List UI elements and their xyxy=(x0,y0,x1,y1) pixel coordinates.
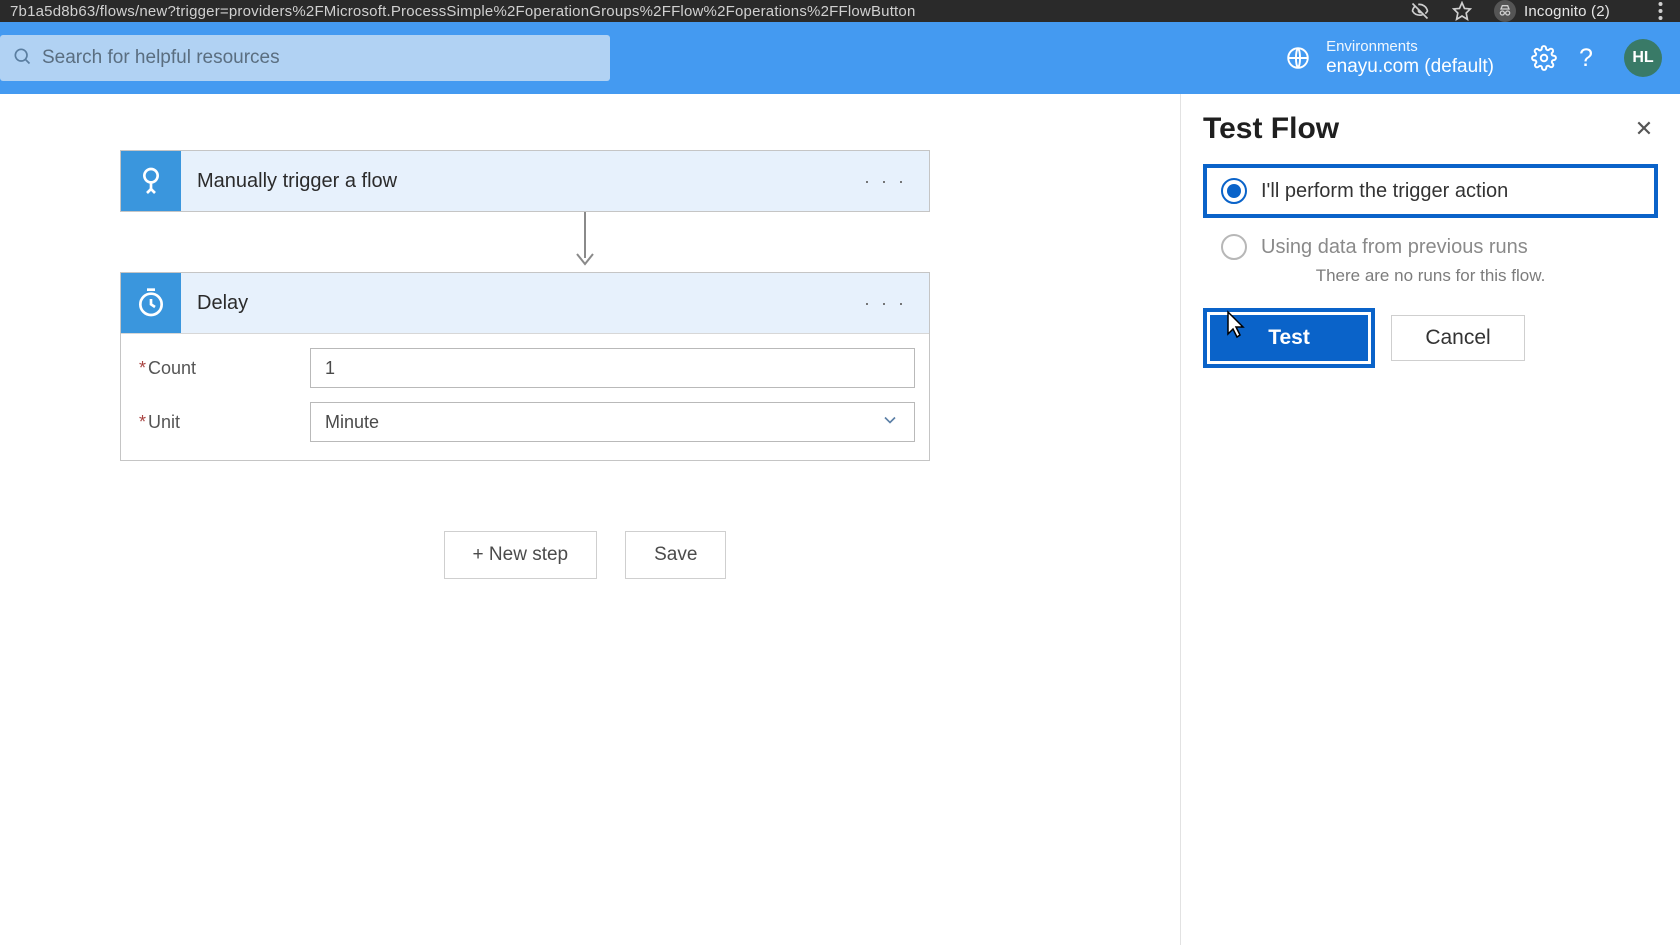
close-icon[interactable]: ✕ xyxy=(1630,116,1658,142)
test-flow-panel: Test Flow ✕ I'll perform the trigger act… xyxy=(1180,94,1680,945)
avatar-initials: HL xyxy=(1632,49,1653,67)
avatar[interactable]: HL xyxy=(1624,39,1662,77)
incognito-indicator[interactable]: Incognito (2) xyxy=(1494,0,1610,22)
cancel-button[interactable]: Cancel xyxy=(1391,315,1525,361)
environment-picker[interactable]: Environments enayu.com (default) xyxy=(1284,38,1494,77)
delay-card[interactable]: Delay · · · *Count *Unit Minute xyxy=(120,272,930,461)
search-input[interactable] xyxy=(42,47,598,69)
connector-arrow xyxy=(120,212,1050,272)
count-label: *Count xyxy=(135,358,310,379)
option1-label: I'll perform the trigger action xyxy=(1261,180,1508,203)
incognito-label: Incognito (2) xyxy=(1524,3,1610,20)
no-runs-message: There are no runs for this flow. xyxy=(1203,266,1658,286)
help-icon[interactable]: ? xyxy=(1572,44,1600,72)
browser-menu-icon[interactable] xyxy=(1650,1,1670,21)
incognito-icon xyxy=(1494,0,1516,22)
panel-title: Test Flow xyxy=(1203,112,1339,146)
radio-selected-icon xyxy=(1221,178,1247,204)
radio-unselected-icon xyxy=(1221,234,1247,260)
trigger-card[interactable]: Manually trigger a flow · · · xyxy=(120,150,930,212)
delay-menu-icon[interactable]: · · · xyxy=(842,293,929,314)
settings-icon[interactable] xyxy=(1530,44,1558,72)
delay-title: Delay xyxy=(181,292,842,315)
new-step-button[interactable]: + New step xyxy=(444,531,598,579)
flow-canvas: Manually trigger a flow · · · Delay · · … xyxy=(0,94,1180,945)
search-icon xyxy=(12,46,32,71)
option2-label: Using data from previous runs xyxy=(1261,236,1528,259)
globe-icon xyxy=(1284,44,1312,72)
environments-label: Environments xyxy=(1326,38,1494,55)
trigger-menu-icon[interactable]: · · · xyxy=(842,171,929,192)
trigger-title: Manually trigger a flow xyxy=(181,170,842,193)
delay-icon xyxy=(121,273,181,333)
trigger-icon xyxy=(121,151,181,211)
eye-off-icon[interactable] xyxy=(1410,1,1430,21)
browser-address-bar[interactable]: 7b1a5d8b63/flows/new?trigger=providers%2… xyxy=(0,0,1680,22)
star-icon[interactable] xyxy=(1452,1,1472,21)
environment-value: enayu.com (default) xyxy=(1326,56,1494,78)
test-option-previous-runs: Using data from previous runs xyxy=(1203,234,1658,260)
header-search[interactable] xyxy=(0,35,610,81)
test-button[interactable]: Test xyxy=(1210,315,1368,361)
count-input[interactable] xyxy=(325,358,900,379)
chevron-down-icon xyxy=(880,410,900,435)
unit-label: *Unit xyxy=(135,412,310,433)
browser-right-icons: Incognito (2) xyxy=(1410,0,1670,22)
unit-value: Minute xyxy=(325,412,379,433)
count-input-wrap xyxy=(310,348,915,388)
app-header: Environments enayu.com (default) ? HL xyxy=(0,22,1680,94)
save-button[interactable]: Save xyxy=(625,531,726,579)
unit-select[interactable]: Minute xyxy=(310,402,915,442)
browser-url: 7b1a5d8b63/flows/new?trigger=providers%2… xyxy=(10,3,1390,20)
test-option-perform-trigger[interactable]: I'll perform the trigger action xyxy=(1203,164,1658,218)
